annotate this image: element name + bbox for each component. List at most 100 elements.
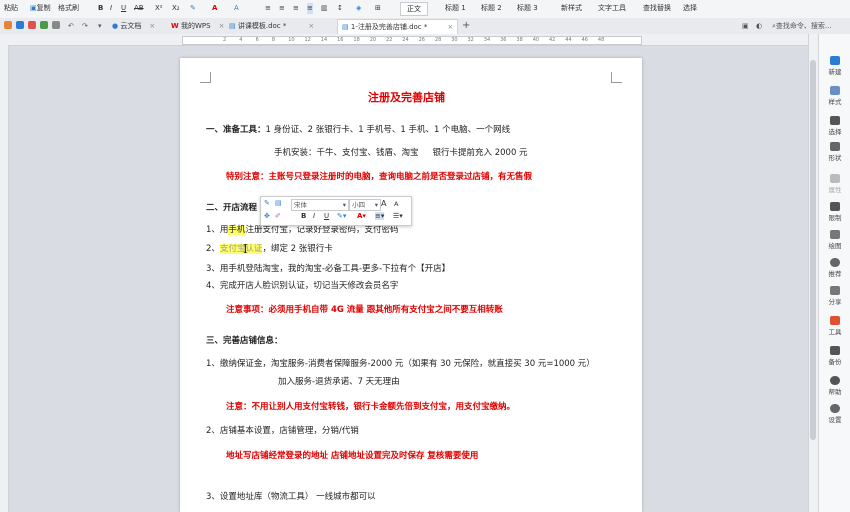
sidebar-settings[interactable]: 设置	[819, 404, 850, 424]
new-style-button[interactable]: 新样式	[561, 3, 582, 14]
restrict-icon	[830, 202, 840, 211]
tab-close-icon[interactable]: ×	[447, 23, 453, 31]
font-color-icon[interactable]: A▾	[357, 212, 366, 220]
save-icon[interactable]	[16, 21, 24, 29]
format-painter-button[interactable]: 格式刷	[58, 3, 79, 14]
text-tools-button[interactable]: 文字工具	[598, 3, 626, 14]
sidebar-share[interactable]: 分享	[819, 286, 850, 306]
border-icon[interactable]: ⊞	[375, 3, 381, 14]
search-command-field[interactable]: ⌕查找命令、搜索...	[768, 19, 836, 33]
mini-bold-button[interactable]: B	[301, 212, 306, 220]
highlight-icon[interactable]: ✎▾	[337, 212, 346, 220]
ruler-number: 44	[565, 37, 572, 43]
tab-register-shop[interactable]: ▤ 1-注册及完善店铺.doc * ×	[337, 19, 459, 34]
ruler-number: 38	[516, 37, 523, 43]
style-heading-1[interactable]: 标题 1	[445, 3, 466, 14]
align-justify-icon[interactable]: ≡	[307, 3, 313, 14]
window-mode-icon[interactable]: ▣	[738, 19, 753, 33]
font-color-icon[interactable]: A	[212, 3, 217, 14]
grow-font-button[interactable]: A	[381, 199, 386, 208]
list-icon[interactable]: ☰▾	[393, 212, 403, 220]
tab-my-wps[interactable]: W 我的WPS ×	[167, 19, 228, 33]
sidebar-recommend[interactable]: 推荐	[819, 258, 850, 278]
sidebar-property[interactable]: 属性	[819, 174, 850, 194]
align-center-icon[interactable]: ≡	[279, 3, 285, 14]
select-button[interactable]: 选择	[683, 3, 697, 14]
distribute-icon[interactable]: ▥	[321, 3, 328, 14]
bold-button[interactable]: B	[98, 3, 103, 14]
mini-underline-button[interactable]: U	[324, 212, 329, 220]
recommend-icon	[830, 258, 840, 267]
font-family-select[interactable]: 宋体 ▾	[291, 199, 349, 211]
highlight-icon[interactable]: ✎	[190, 3, 196, 14]
font-size-value: 小四	[352, 201, 365, 209]
ruler-number: 48	[597, 37, 605, 43]
tab-close-icon[interactable]: ×	[308, 22, 314, 30]
chevron-down-icon[interactable]: ▾	[94, 19, 106, 33]
tab-cloud-docs[interactable]: ● 云文档 ×	[108, 19, 159, 33]
sidebar-help[interactable]: 帮助	[819, 376, 850, 396]
format-painter-icon[interactable]: ✎	[264, 199, 270, 207]
s2-1a: 1、用	[206, 225, 229, 235]
sidebar-backup[interactable]: 备份	[819, 346, 850, 366]
sidebar-label: 绘图	[828, 242, 842, 250]
font-size-select[interactable]: 小四 ▾	[349, 199, 381, 211]
print-icon[interactable]	[40, 21, 48, 29]
copy-button[interactable]: ▣复制	[30, 3, 51, 14]
sidebar-style[interactable]: 样式	[819, 86, 850, 106]
paste-icon[interactable]: ▤	[275, 199, 282, 207]
sidebar-select[interactable]: 选择	[819, 116, 850, 136]
shading-icon[interactable]: ◈	[356, 3, 361, 14]
clear-format-icon[interactable]: ✐	[275, 212, 281, 220]
s1-special-note: 特别注意：主账号只登录注册时的电脑，查询电脑之前是否登录过店铺，有无售假	[226, 172, 533, 182]
s2-2a: 2、	[206, 244, 220, 254]
strikeout-button[interactable]: AB	[134, 3, 144, 14]
redo-icon[interactable]: ↷	[78, 19, 92, 33]
shape-icon	[830, 142, 840, 151]
sidebar-label: 形状	[828, 154, 842, 162]
tab-close-icon[interactable]: ×	[219, 22, 225, 30]
align-right-icon[interactable]: ≡	[293, 3, 299, 14]
superscript-button[interactable]: X²	[155, 3, 163, 14]
sidebar-new[interactable]: 新建	[819, 56, 850, 76]
sidebar-draw[interactable]: 绘图	[819, 230, 850, 250]
style-icon[interactable]: ✥	[264, 212, 270, 220]
open-icon[interactable]	[4, 21, 12, 29]
underline-button[interactable]: U	[121, 3, 126, 14]
font-bg-icon[interactable]: A	[234, 3, 239, 14]
scrollbar-thumb[interactable]	[810, 60, 816, 440]
ruler-number: 28	[434, 37, 442, 43]
sidebar-label: 属性	[828, 186, 842, 194]
preview-icon[interactable]	[52, 21, 60, 29]
line-spacing-icon[interactable]: ↕	[337, 3, 343, 14]
document-page[interactable]: 注册及完善店铺 一、准备工具：1 身份证、2 张银行卡、1 手机号、1 手机、1…	[180, 58, 642, 512]
sidebar-shape[interactable]: 形状	[819, 142, 850, 162]
skin-icon[interactable]: ◐	[752, 19, 766, 33]
s3-address-note: 地址写店铺经常登录的地址 店铺地址设置完及时保存 复核需要使用	[226, 451, 479, 461]
new-tab-button[interactable]: +	[458, 19, 474, 33]
s2-note: 注意事项：必须用手机自带 4G 流量 跟其他所有支付宝之间不要互相转账	[226, 305, 503, 315]
style-normal[interactable]: 正文	[400, 2, 428, 16]
style-heading-3[interactable]: 标题 3	[517, 3, 538, 14]
s2-step-3: 3、用手机登陆淘宝，我的淘宝-必备工具-更多-下拉有个【开店】	[206, 264, 451, 274]
export-pdf-icon[interactable]	[28, 21, 36, 29]
floating-format-toolbar: ✎ ▤ 宋体 ▾ 小四 ▾ A A ✥ ✐ B I U ✎▾ A▾ ≡▾ ☰▾	[260, 196, 412, 226]
margin-corner-mark	[200, 72, 211, 83]
subscript-button[interactable]: X₂	[172, 3, 180, 14]
paragraph-align-icon[interactable]: ≡▾	[375, 212, 385, 220]
sidebar-tools[interactable]: 工具	[819, 316, 850, 336]
undo-icon[interactable]: ↶	[64, 19, 78, 33]
mini-italic-button[interactable]: I	[313, 212, 315, 220]
align-left-icon[interactable]: ≡	[265, 3, 271, 14]
ruler-number: 8	[271, 37, 276, 43]
find-replace-button[interactable]: 查找替换	[643, 3, 671, 14]
shrink-font-button[interactable]: A	[394, 200, 398, 208]
vertical-ruler[interactable]	[0, 45, 9, 512]
tab-close-icon[interactable]: ×	[149, 22, 155, 30]
style-heading-2[interactable]: 标题 2	[481, 3, 502, 14]
paste-button[interactable]: 粘贴	[4, 3, 18, 14]
sidebar-restrict[interactable]: 限制	[819, 202, 850, 222]
italic-button[interactable]: I	[110, 3, 112, 14]
sidebar-label: 限制	[828, 214, 842, 222]
tab-lecture-template[interactable]: ▤ 讲课模板.doc * ×	[225, 19, 318, 33]
